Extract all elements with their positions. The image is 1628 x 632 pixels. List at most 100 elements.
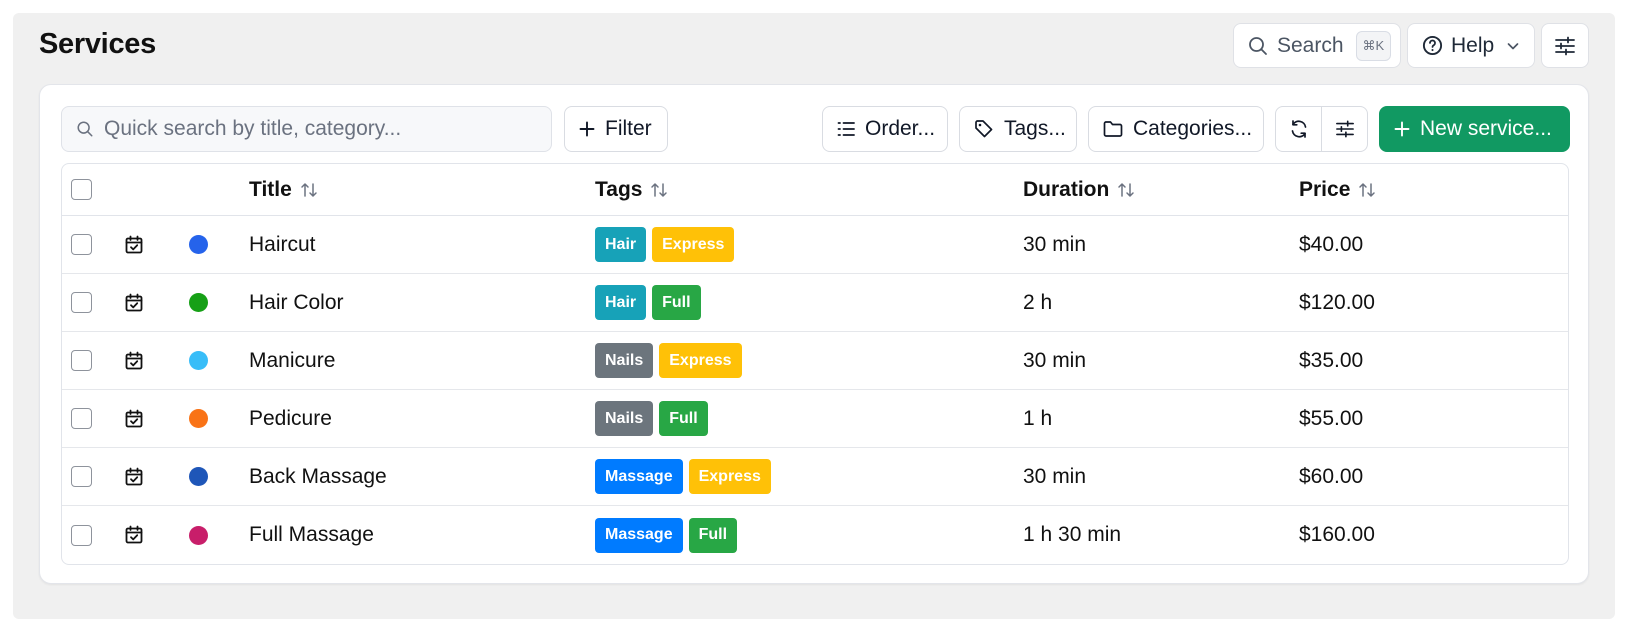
- refresh-icon: [1289, 119, 1309, 139]
- sort-icon: [300, 181, 318, 199]
- service-color-dot: [189, 525, 208, 545]
- quick-search-field[interactable]: [61, 106, 552, 152]
- row-checkbox[interactable]: [71, 466, 92, 487]
- calendar-check-icon[interactable]: [124, 467, 144, 487]
- sort-icon: [1117, 181, 1135, 199]
- service-duration: 1 h: [1023, 390, 1052, 447]
- service-title[interactable]: Full Massage: [249, 506, 374, 564]
- tags-button[interactable]: Tags...: [959, 106, 1077, 152]
- column-header-tags[interactable]: Tags: [595, 164, 668, 215]
- tags-cell: Massage Express: [595, 448, 777, 505]
- tag-badge: Nails: [595, 343, 654, 378]
- column-title-label: Title: [249, 177, 292, 201]
- service-title[interactable]: Haircut: [249, 216, 316, 273]
- quick-search-input[interactable]: [104, 117, 524, 141]
- categories-label: Categories...: [1133, 117, 1253, 140]
- new-service-label: New service...: [1420, 117, 1552, 140]
- calendar-check-icon[interactable]: [124, 235, 144, 255]
- plus-icon: [579, 121, 595, 137]
- duration-text: 1 h 30 min: [1023, 523, 1122, 546]
- service-title[interactable]: Hair Color: [249, 274, 344, 331]
- calendar-check-icon[interactable]: [124, 293, 144, 313]
- duration-text: 30 min: [1023, 464, 1087, 488]
- service-title[interactable]: Pedicure: [249, 390, 332, 447]
- row-checkbox[interactable]: [71, 234, 92, 255]
- column-header-price[interactable]: Price: [1299, 164, 1376, 215]
- tag-badge: Express: [652, 227, 735, 262]
- service-duration: 30 min: [1023, 448, 1086, 505]
- schedule-cell: [124, 216, 144, 273]
- help-label: Help: [1451, 33, 1495, 57]
- calendar-check-icon[interactable]: [124, 351, 144, 371]
- service-price: $120.00: [1299, 274, 1375, 331]
- calendar-check-icon[interactable]: [124, 409, 144, 429]
- row-select-cell: [71, 506, 92, 564]
- row-checkbox[interactable]: [71, 350, 92, 371]
- categories-button[interactable]: Categories...: [1088, 106, 1264, 152]
- tag-badge: Hair: [595, 285, 647, 320]
- tags-cell: Hair Full: [595, 274, 707, 331]
- service-color-dot: [189, 351, 208, 370]
- price-text: $35.00: [1299, 348, 1364, 372]
- sort-icon: [1358, 181, 1376, 199]
- global-search-button[interactable]: Search ⌘K: [1233, 23, 1401, 68]
- tag-badge: Express: [688, 459, 771, 494]
- calendar-check-icon[interactable]: [124, 525, 144, 545]
- tag-badge: Massage: [595, 459, 683, 494]
- schedule-cell: [124, 506, 144, 564]
- color-cell: [189, 448, 208, 505]
- question-circle-icon: [1422, 35, 1443, 56]
- price-text: $120.00: [1299, 290, 1375, 314]
- color-cell: [189, 332, 208, 389]
- row-checkbox[interactable]: [71, 408, 92, 429]
- refresh-button[interactable]: [1276, 107, 1321, 151]
- help-dropdown[interactable]: Help: [1407, 23, 1535, 68]
- duration-text: 30 min: [1023, 232, 1087, 256]
- order-button[interactable]: Order...: [822, 106, 948, 152]
- schedule-cell: [124, 332, 144, 389]
- row-checkbox[interactable]: [71, 292, 92, 313]
- filter-label: Filter: [605, 117, 652, 140]
- row-checkbox[interactable]: [71, 524, 92, 546]
- table-row[interactable]: Haircut Hair Express 30 min $40.00: [62, 216, 1568, 274]
- tags-cell: Nails Full: [595, 390, 714, 447]
- table-row[interactable]: Pedicure Nails Full 1 h $55.00: [62, 390, 1568, 448]
- row-select-cell: [71, 390, 92, 447]
- table-row[interactable]: Back Massage Massage Express 30 min $60.00: [62, 448, 1568, 506]
- duration-text: 1 h: [1023, 406, 1053, 430]
- column-header-duration[interactable]: Duration: [1023, 164, 1135, 215]
- service-title-text: Back Massage: [249, 464, 387, 488]
- filter-button[interactable]: Filter: [564, 106, 668, 152]
- price-text: $55.00: [1299, 406, 1364, 430]
- schedule-cell: [124, 390, 144, 447]
- new-service-button[interactable]: New service...: [1379, 106, 1570, 152]
- tag-badge: Express: [659, 343, 742, 378]
- service-color-dot: [189, 467, 208, 486]
- view-settings-button[interactable]: [1541, 23, 1589, 68]
- table-row[interactable]: Hair Color Hair Full 2 h $120.00: [62, 274, 1568, 332]
- service-title[interactable]: Back Massage: [249, 448, 387, 505]
- select-all-checkbox[interactable]: [71, 179, 92, 200]
- table-row[interactable]: Manicure Nails Express 30 min $35.00: [62, 332, 1568, 390]
- table-header: Title Tags Duration Price: [62, 164, 1568, 216]
- service-price: $160.00: [1299, 506, 1375, 564]
- chevron-down-icon: [1506, 39, 1520, 53]
- price-text: $40.00: [1299, 232, 1364, 256]
- folder-icon: [1103, 120, 1123, 138]
- list-ordered-icon: [837, 120, 855, 138]
- tags-label: Tags...: [1004, 117, 1066, 140]
- column-settings-button[interactable]: [1321, 107, 1367, 151]
- column-header-title[interactable]: Title: [249, 164, 318, 215]
- page-title: Services: [39, 28, 156, 60]
- services-card: Filter Order... Tags... Categories...: [39, 84, 1589, 584]
- plus-icon: [1394, 121, 1410, 137]
- service-title[interactable]: Manicure: [249, 332, 335, 389]
- tags-cell: Hair Express: [595, 216, 740, 273]
- table-row[interactable]: Full Massage Massage Full 1 h 30 min $160.00: [62, 506, 1568, 564]
- sliders-icon: [1554, 36, 1576, 56]
- column-price-label: Price: [1299, 177, 1351, 201]
- tag-badge: Massage: [595, 517, 683, 553]
- schedule-cell: [124, 448, 144, 505]
- services-table: Title Tags Duration Price Haircut Hair E…: [61, 163, 1569, 565]
- color-cell: [189, 216, 208, 273]
